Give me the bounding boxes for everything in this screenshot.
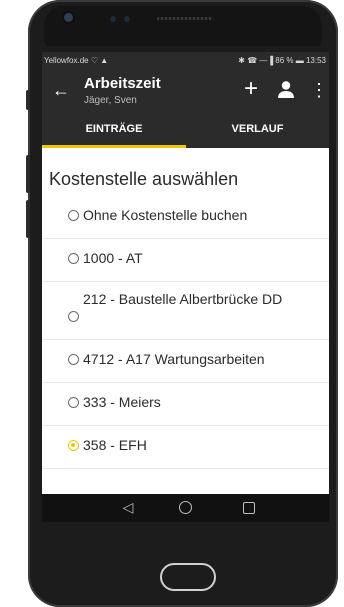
list-item-label: 358 - EFH xyxy=(83,437,147,453)
more-options-icon[interactable]: ⋮ xyxy=(310,79,328,101)
list-item[interactable]: 4712 - A17 Wartungsarbeiten xyxy=(42,340,329,383)
page-subtitle: Jäger, Sven xyxy=(84,95,137,106)
phone-top-bezel xyxy=(44,6,322,46)
cost-center-list: Ohne Kostenstelle buchen 1000 - AT 212 -… xyxy=(42,196,329,469)
side-button-volume-up xyxy=(26,155,30,193)
list-item-label: 4712 - A17 Wartungsarbeiten xyxy=(83,351,265,367)
tab-eintraege[interactable]: EINTRÄGE xyxy=(42,114,186,148)
list-item[interactable]: Ohne Kostenstelle buchen xyxy=(42,196,329,239)
radio-button[interactable] xyxy=(68,397,79,408)
earpiece-speaker xyxy=(157,17,213,20)
list-item-label: 212 - Baustelle Albertbrücke DD xyxy=(83,291,283,307)
list-item-label: 1000 - AT xyxy=(83,250,143,266)
front-camera xyxy=(64,13,73,22)
list-title: Kostenstelle auswählen xyxy=(49,169,239,189)
list-item-label: 333 - Meiers xyxy=(83,394,161,410)
proximity-sensor xyxy=(110,16,116,22)
radio-button-selected[interactable] xyxy=(68,440,79,451)
side-button-volume-down xyxy=(26,200,30,238)
physical-home-button[interactable] xyxy=(160,563,216,591)
list-item[interactable]: 333 - Meiers xyxy=(42,383,329,426)
light-sensor xyxy=(124,16,130,22)
nav-home-icon[interactable] xyxy=(179,501,192,514)
list-item[interactable]: 212 - Baustelle Albertbrücke DD xyxy=(42,282,329,340)
list-item[interactable]: 358 - EFH xyxy=(42,426,329,469)
radio-button[interactable] xyxy=(68,311,79,322)
nav-back-icon[interactable]: ◁ xyxy=(120,499,136,515)
back-arrow-icon[interactable]: ← xyxy=(52,80,70,100)
side-button-power xyxy=(26,90,30,110)
status-right-text: ✱ ☎ —▐ 86 % ▬ 13:53 xyxy=(238,56,326,65)
app-bar: ← Arbeitszeit Jäger, Sven + ⋮ xyxy=(42,70,329,114)
list-item-label: Ohne Kostenstelle buchen xyxy=(83,207,248,223)
tab-verlauf[interactable]: VERLAUF xyxy=(186,114,329,148)
tab-bar: EINTRÄGE VERLAUF xyxy=(42,114,329,148)
list-item[interactable]: 1000 - AT xyxy=(42,239,329,282)
status-left-text: Yellowfox.de ♡ ▲ xyxy=(44,56,109,65)
system-nav-bar: ◁ xyxy=(42,494,329,522)
person-icon[interactable] xyxy=(277,80,295,100)
page-title: Arbeitszeit xyxy=(84,75,161,92)
status-bar: Yellowfox.de ♡ ▲ ✱ ☎ —▐ 86 % ▬ 13:53 xyxy=(42,52,329,70)
add-icon[interactable]: + xyxy=(240,75,262,103)
nav-recents-icon[interactable] xyxy=(243,502,255,514)
active-tab-indicator xyxy=(42,145,186,148)
radio-button[interactable] xyxy=(68,210,79,221)
radio-button[interactable] xyxy=(68,253,79,264)
radio-button[interactable] xyxy=(68,354,79,365)
app-screen: Yellowfox.de ♡ ▲ ✱ ☎ —▐ 86 % ▬ 13:53 ← A… xyxy=(42,52,329,522)
